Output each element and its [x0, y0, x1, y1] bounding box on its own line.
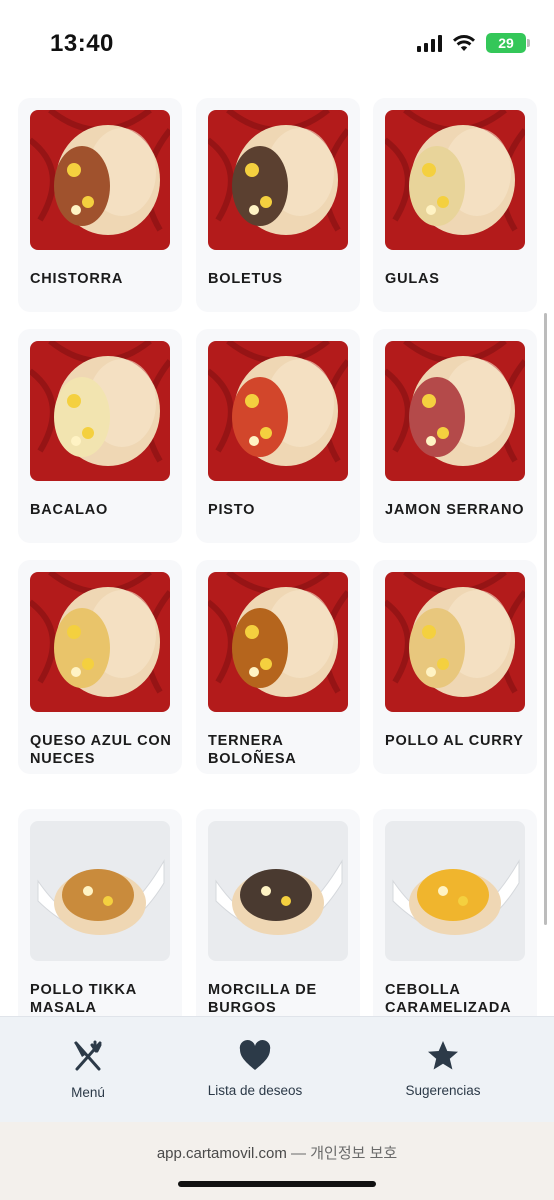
wifi-icon [453, 35, 475, 51]
menu-item-photo [208, 341, 348, 481]
battery-icon: 29 [486, 33, 530, 53]
menu-item-name: PISTO [208, 502, 256, 518]
tab-wishlist[interactable]: Lista de deseos [190, 1017, 320, 1123]
menu-item-card[interactable]: MORCILLA DE BURGOS [196, 809, 360, 1016]
browser-url-bar[interactable]: app.cartamovil.com — 개인정보 보호 [0, 1122, 554, 1200]
menu-item-card[interactable]: GULAS [373, 98, 537, 312]
tab-menu-label: Menú [71, 1085, 105, 1100]
status-time: 13:40 [50, 30, 114, 57]
menu-item-card[interactable]: QUESO AZUL CON NUECES [18, 560, 182, 774]
menu-item-card[interactable]: BOLETUS [196, 98, 360, 312]
url-domain: app.cartamovil.com [156, 1145, 287, 1162]
menu-item-name: BOLETUS [208, 271, 283, 287]
menu-item-card[interactable]: JAMON SERRANO [373, 329, 537, 543]
menu-item-name: QUESO AZUL CON NUECES [30, 733, 172, 767]
menu-item-card[interactable]: BACALAO [18, 329, 182, 543]
menu-item-card[interactable]: PISTO [196, 329, 360, 543]
menu-item-photo [385, 341, 525, 481]
home-indicator[interactable] [178, 1181, 376, 1187]
menu-item-card[interactable]: TERNERA BOLOÑESA [196, 560, 360, 774]
battery-level: 29 [498, 35, 514, 51]
menu-item-photo [385, 110, 525, 250]
url-privacy-suffix: — 개인정보 보호 [291, 1145, 398, 1162]
status-bar: 13:40 29 [0, 0, 554, 90]
tab-wishlist-label: Lista de deseos [207, 1083, 303, 1098]
fork-knife-icon [74, 1040, 102, 1071]
menu-item-name: CHISTORRA [30, 271, 124, 287]
menu-item-photo [208, 821, 348, 961]
menu-item-name: TERNERA BOLOÑESA [208, 733, 297, 767]
menu-item-photo [385, 572, 525, 712]
menu-item-name: GULAS [385, 271, 440, 287]
heart-icon [239, 1040, 271, 1070]
menu-item-photo [385, 821, 525, 961]
menu-item-name: POLLO AL CURRY [385, 733, 524, 749]
menu-item-photo [30, 341, 170, 481]
menu-item-name: MORCILLA DE BURGOS [208, 982, 317, 1016]
menu-item-photo [30, 572, 170, 712]
menu-item-photo [30, 110, 170, 250]
menu-grid: CHISTORRA BOLETUS GULAS BACALAO PISTO JAMON S… [0, 90, 554, 1016]
bottom-tab-bar: Menú Lista de deseos Sugerencias [0, 1016, 554, 1122]
star-icon [428, 1041, 458, 1070]
scrollbar[interactable] [544, 313, 547, 925]
url-text[interactable]: app.cartamovil.com — 개인정보 보호 [0, 1142, 554, 1163]
menu-item-photo [30, 821, 170, 961]
menu-item-name: POLLO TIKKA MASALA [30, 982, 137, 1016]
tab-menu[interactable]: Menú [28, 1017, 148, 1123]
menu-item-card[interactable]: POLLO TIKKA MASALA [18, 809, 182, 1016]
cellular-signal-icon [417, 34, 442, 52]
menu-item-card[interactable]: CEBOLLA CARAMELIZADA [373, 809, 537, 1016]
menu-item-name: JAMON SERRANO [385, 502, 525, 518]
tab-suggestions-label: Sugerencias [405, 1083, 481, 1098]
menu-item-name: BACALAO [30, 502, 109, 518]
menu-item-card[interactable]: POLLO AL CURRY [373, 560, 537, 774]
status-icons: 29 [417, 33, 530, 53]
menu-item-name: CEBOLLA CARAMELIZADA [385, 982, 512, 1016]
menu-item-photo [208, 110, 348, 250]
menu-item-photo [208, 572, 348, 712]
menu-item-card[interactable]: CHISTORRA [18, 98, 182, 312]
tab-suggestions[interactable]: Sugerencias [386, 1017, 500, 1123]
